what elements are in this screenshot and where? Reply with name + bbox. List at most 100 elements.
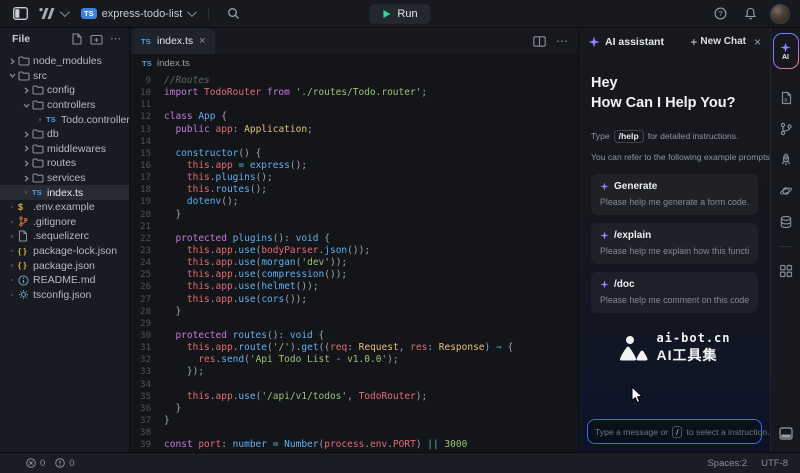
tree-item-middlewares[interactable]: middlewares [0, 142, 129, 157]
new-file-icon[interactable] [71, 33, 83, 45]
code-line[interactable]: 27 this.app.use(cors()); [130, 294, 578, 306]
tree-item-Todo.controller.ts[interactable]: TSTodo.controller.ts [0, 112, 129, 127]
code-line[interactable]: 15 constructor() { [130, 148, 578, 160]
code-line[interactable]: 35 this.app.use('/api/v1/todos', TodoRou… [130, 391, 578, 403]
breadcrumb-label: index.ts [157, 58, 190, 69]
tree-item-.sequelizerc[interactable]: .sequelizerc [0, 229, 129, 244]
tree-item-README.md[interactable]: README.md [0, 273, 129, 288]
code-line[interactable]: 19 dotenv(); [130, 196, 578, 208]
tree-item-index.ts[interactable]: TSindex.ts [0, 185, 129, 200]
chevron-right-icon [20, 175, 32, 182]
tree-item-.env.example[interactable]: $.env.example [0, 200, 129, 215]
code-line[interactable]: 16 this.app = express(); [130, 160, 578, 172]
line-number: 18 [130, 184, 164, 196]
code-line[interactable]: 17 this.plugins(); [130, 172, 578, 184]
deploy-rocket-icon[interactable] [779, 153, 793, 167]
help-command-chip[interactable]: /help [614, 130, 644, 143]
workspace-logo[interactable] [38, 4, 67, 24]
code-line[interactable]: 14 [130, 136, 578, 148]
run-button[interactable]: Run [369, 4, 430, 24]
prompt-card-Generate[interactable]: GeneratePlease help me generate a form c… [591, 174, 758, 215]
chat-message-input[interactable]: Type a message or / to select a instruct… [587, 419, 762, 444]
prompt-description: Please help me generate a form code. [600, 197, 749, 207]
code-text: this.app.use(bodyParser.json()); [164, 245, 370, 257]
code-line[interactable]: 37} [130, 415, 578, 427]
topbar: TS express-todo-list Run ? [0, 0, 800, 28]
explorer-more-icon[interactable]: ⋯ [110, 37, 121, 41]
code-line[interactable]: 10import TodoRouter from './routes/Todo.… [130, 87, 578, 99]
editor-more-icon[interactable]: ⋯ [556, 39, 568, 44]
code-line[interactable]: 24 this.app.use(morgan('dev')); [130, 257, 578, 269]
code-line[interactable]: 22 protected plugins(): void { [130, 233, 578, 245]
code-area[interactable]: 9//Routes10import TodoRouter from './rou… [130, 72, 578, 452]
code-line[interactable]: 30 protected routes(): void { [130, 330, 578, 342]
tree-item-services[interactable]: services [0, 171, 129, 186]
line-number: 24 [130, 257, 164, 269]
code-line[interactable]: 28 } [130, 306, 578, 318]
code-line[interactable]: 23 this.app.use(bodyParser.json()); [130, 245, 578, 257]
json-file-icon: { } [18, 247, 33, 256]
split-editor-icon[interactable] [533, 36, 546, 47]
help-icon[interactable]: ? [710, 4, 730, 24]
tree-item-src[interactable]: src [0, 69, 129, 84]
planet-preview-icon[interactable] [779, 184, 793, 198]
tab-close-icon[interactable]: × [199, 36, 205, 47]
breadcrumb[interactable]: TS index.ts [130, 54, 578, 72]
ai-assistant-rail-button[interactable]: AI [773, 33, 799, 69]
close-panel-icon[interactable]: × [754, 36, 761, 48]
tree-item-node-modules[interactable]: node_modules [0, 54, 129, 69]
errors-status[interactable]: 0 [26, 458, 45, 469]
chevron-right-icon [6, 58, 18, 65]
code-line[interactable]: 38 [130, 427, 578, 439]
new-folder-icon[interactable] [90, 34, 103, 45]
tree-item-.gitignore[interactable]: .gitignore [0, 215, 129, 230]
chevron-down-icon [60, 7, 70, 17]
tree-item-db[interactable]: db [0, 127, 129, 142]
code-line[interactable]: 21 [130, 221, 578, 233]
code-text: dotenv(); [164, 196, 238, 208]
code-line[interactable]: 9//Routes [130, 75, 578, 87]
prompt-card-explain[interactable]: /explainPlease help me explain how this … [591, 223, 758, 264]
code-line[interactable]: 20 } [130, 209, 578, 221]
code-line[interactable]: 31 this.app.route('/').get((req: Request… [130, 342, 578, 354]
code-line[interactable]: 18 this.routes(); [130, 184, 578, 196]
warnings-status[interactable]: 0 [55, 458, 74, 469]
user-avatar[interactable] [770, 4, 790, 24]
docs-icon[interactable]: a [779, 91, 793, 105]
code-line[interactable]: 12class App { [130, 111, 578, 123]
code-line[interactable]: 29 [130, 318, 578, 330]
tree-item-package.json[interactable]: { }package.json [0, 258, 129, 273]
code-line[interactable]: 34 [130, 379, 578, 391]
search-icon[interactable] [223, 4, 243, 24]
toggle-bottom-panel-icon[interactable] [779, 427, 793, 440]
line-number: 25 [130, 269, 164, 281]
indentation-status[interactable]: Spaces:2 [707, 458, 747, 469]
notifications-bell-icon[interactable] [740, 4, 760, 24]
code-line[interactable]: 32 res.send('Api Todo List - v1.0.0'); [130, 354, 578, 366]
tab-index-ts[interactable]: TS index.ts × [132, 28, 215, 54]
source-control-icon[interactable] [779, 122, 793, 136]
code-line[interactable]: 33 }); [130, 366, 578, 378]
line-number: 17 [130, 172, 164, 184]
database-icon[interactable] [779, 215, 793, 229]
code-line[interactable]: 36 } [130, 403, 578, 415]
new-chat-button[interactable]: + New Chat [690, 35, 746, 49]
code-line[interactable]: 39const port: number = Number(process.en… [130, 439, 578, 451]
encoding-status[interactable]: UTF-8 [761, 458, 788, 469]
tree-item-routes[interactable]: routes [0, 156, 129, 171]
sidebar-toggle-icon[interactable] [10, 4, 30, 24]
line-number: 15 [130, 148, 164, 160]
prompt-card-doc[interactable]: /docPlease help me comment on this code. [591, 272, 758, 313]
project-switcher[interactable]: TS express-todo-list [81, 8, 194, 20]
code-line[interactable]: 13 public app: Application; [130, 124, 578, 136]
slash-chip: / [672, 426, 682, 438]
tree-item-controllers[interactable]: controllers [0, 98, 129, 113]
code-line[interactable]: 26 this.app.use(helmet()); [130, 281, 578, 293]
extensions-grid-icon[interactable] [779, 264, 793, 278]
tree-item-package-lock.json[interactable]: { }package-lock.json [0, 244, 129, 259]
tree-item-tsconfig.json[interactable]: tsconfig.json [0, 288, 129, 303]
code-line[interactable]: 11 [130, 99, 578, 111]
tree-item-config[interactable]: config [0, 83, 129, 98]
tree-item-label: README.md [33, 274, 95, 286]
code-line[interactable]: 25 this.app.use(compression()); [130, 269, 578, 281]
